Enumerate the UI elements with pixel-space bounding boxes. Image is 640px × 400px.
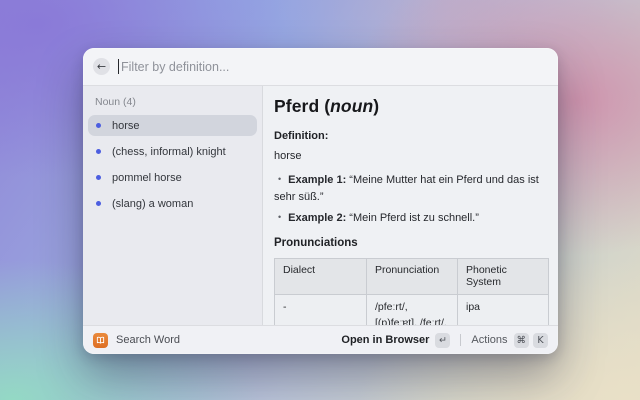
sidebar-item-a-woman[interactable]: (slang) a woman xyxy=(88,193,257,214)
example-label: Example 2: xyxy=(288,212,346,224)
example-label: Example 1: xyxy=(288,174,346,186)
sidebar-item-label: (chess, informal) knight xyxy=(112,146,226,158)
sidebar-item-pommel-horse[interactable]: pommel horse xyxy=(88,167,257,188)
table-header-dialect: Dialect xyxy=(275,259,367,295)
back-button[interactable]: ← xyxy=(93,58,110,75)
example-item: •Example 1: “Meine Mutter hat ein Pferd … xyxy=(274,172,546,206)
open-in-browser-button[interactable]: Open in Browser ↵ xyxy=(341,333,450,348)
sidebar-item-knight[interactable]: (chess, informal) knight xyxy=(88,141,257,162)
bullet-dot-icon xyxy=(96,175,101,180)
text-caret xyxy=(118,59,119,74)
footer-bar: Search Word Open in Browser ↵ Actions ⌘ … xyxy=(83,326,558,354)
actions-button[interactable]: Actions ⌘ K xyxy=(471,333,548,348)
table-cell-phonetic-system: ipa xyxy=(458,295,549,325)
return-key-icon: ↵ xyxy=(435,333,450,348)
table-header-row: Dialect Pronunciation Phonetic System xyxy=(275,259,549,295)
filter-input[interactable]: Filter by definition... xyxy=(118,48,548,85)
back-arrow-icon: ← xyxy=(97,61,106,72)
definitions-sidebar: Noun (4) horse (chess, informal) knight … xyxy=(83,86,262,325)
open-book-glyph xyxy=(95,335,106,346)
app-name-label: Search Word xyxy=(116,334,180,346)
open-book-app-icon xyxy=(93,333,108,348)
example-item: • Example 2: “Mein Pferd ist zu schnell.” xyxy=(274,210,546,227)
table-cell-dialect: - xyxy=(275,295,367,325)
app-window: ← Filter by definition... Noun (4) horse… xyxy=(83,48,558,354)
search-bar: ← Filter by definition... xyxy=(83,48,558,85)
sidebar-item-label: pommel horse xyxy=(112,172,182,184)
example-text: “Mein Pferd ist zu schnell.” xyxy=(346,212,479,224)
pronunciations-heading: Pronunciations xyxy=(274,237,546,249)
open-in-browser-label: Open in Browser xyxy=(341,334,429,346)
pronunciations-table: Dialect Pronunciation Phonetic System - … xyxy=(274,258,549,325)
table-row: - /pfeːrt/, [(p)feːɐ̯t], /feːrt/, [feːɐ̯… xyxy=(275,295,549,325)
sidebar-item-horse[interactable]: horse xyxy=(88,115,257,136)
table-header-phonetic-system: Phonetic System xyxy=(458,259,549,295)
table-cell-pronunciation: /pfeːrt/, [(p)feːɐ̯t], /feːrt/, [feːɐ̯t]… xyxy=(367,295,458,325)
actions-label: Actions xyxy=(471,334,507,346)
definition-value: horse xyxy=(274,150,546,162)
detail-panel: Pferd (noun) Definition: horse • Example … xyxy=(263,86,558,325)
footer-separator xyxy=(460,334,461,346)
k-key-icon: K xyxy=(533,333,548,348)
word-title-word: Pferd xyxy=(274,96,319,116)
command-key-icon: ⌘ xyxy=(514,333,530,348)
word-title-pos: noun xyxy=(330,96,373,116)
bullet-dot-icon xyxy=(96,149,101,154)
sidebar-item-label: (slang) a woman xyxy=(112,198,193,210)
list-bullet-icon: • xyxy=(278,212,281,222)
section-label: Noun (4) xyxy=(95,96,257,108)
word-title: Pferd (noun) xyxy=(274,96,546,117)
bullet-dot-icon xyxy=(96,123,101,128)
list-bullet-icon: • xyxy=(278,174,281,184)
actions-shortcut: ⌘ K xyxy=(514,333,549,348)
table-header-pronunciation: Pronunciation xyxy=(367,259,458,295)
word-title-close-paren: ) xyxy=(373,96,379,116)
word-title-open-paren: ( xyxy=(319,96,330,116)
sidebar-item-label: horse xyxy=(112,120,140,132)
bullet-dot-icon xyxy=(96,201,101,206)
filter-placeholder: Filter by definition... xyxy=(121,60,229,74)
main-area: Noun (4) horse (chess, informal) knight … xyxy=(83,86,558,325)
definition-heading: Definition: xyxy=(274,130,546,142)
